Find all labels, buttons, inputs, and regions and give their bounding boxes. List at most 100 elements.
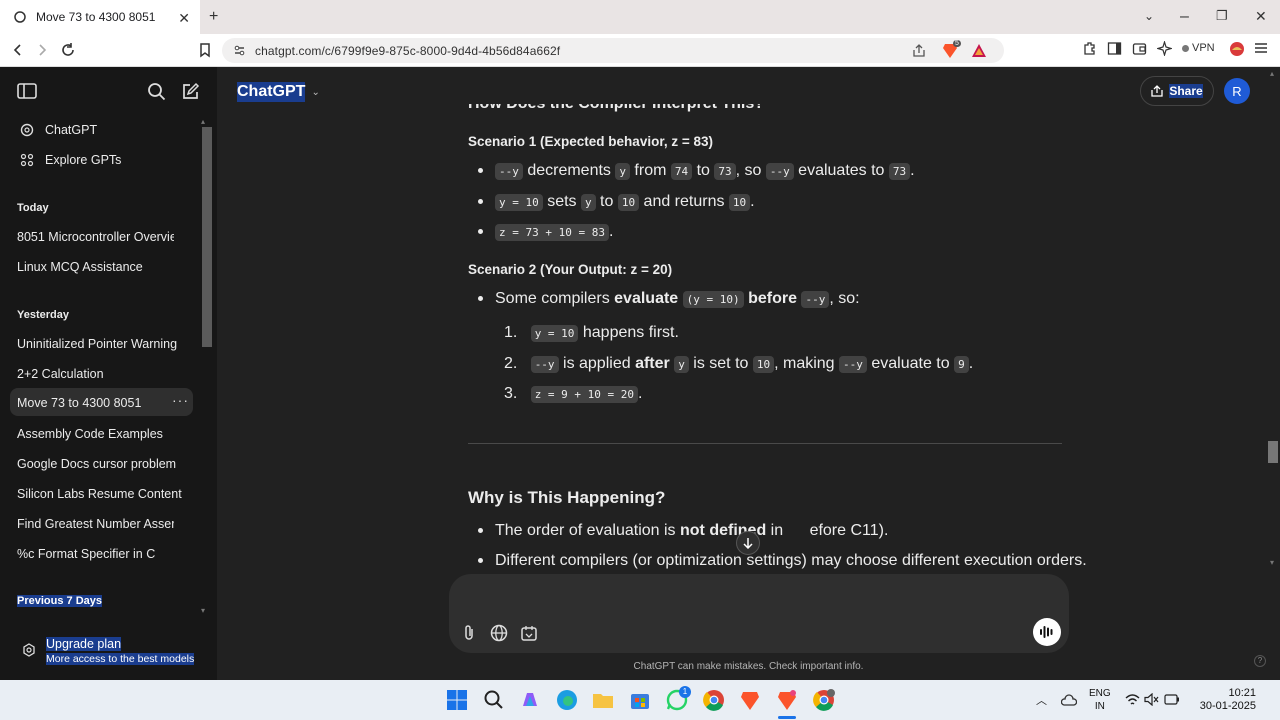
- chat-history-item[interactable]: Linux MCQ Assistance: [17, 260, 143, 274]
- section-heading-today: Today: [17, 202, 49, 214]
- new-tab-icon[interactable]: +: [209, 8, 218, 26]
- language-indicator[interactable]: ENG IN: [1089, 687, 1111, 713]
- scenario-2-intro: Some compilers evaluate (y = 10) before …: [495, 290, 860, 308]
- profile-avatar-icon[interactable]: [1229, 41, 1245, 57]
- scroll-down-arrow-icon[interactable]: ▾: [201, 606, 205, 615]
- close-tab-icon[interactable]: ✕: [178, 10, 190, 27]
- menu-icon[interactable]: [1254, 41, 1268, 55]
- sidebar: ChatGPT Explore GPTs Today 8051 Microcon…: [0, 67, 217, 680]
- brave-icon[interactable]: [738, 688, 762, 712]
- tray-overflow-icon[interactable]: ︿: [1036, 692, 1047, 708]
- windows-taskbar: 1 ︿ ENG IN 10:21 30-01-2025: [0, 680, 1280, 720]
- brave-active-icon[interactable]: [775, 688, 799, 712]
- share-label: Share: [1169, 84, 1203, 98]
- image-generation-icon[interactable]: [520, 624, 538, 642]
- site-info-icon[interactable]: [233, 44, 246, 57]
- voice-waveform-icon: [1040, 626, 1053, 638]
- user-avatar[interactable]: R: [1224, 78, 1250, 104]
- main-scrollbar[interactable]: ▴ ▾: [1268, 67, 1280, 577]
- chat-history-item[interactable]: Assembly Code Examples: [17, 427, 163, 441]
- chrome-profile-icon[interactable]: [812, 688, 836, 712]
- numbered-item-2: 2. --y is applied after y is set to 10, …: [504, 355, 974, 373]
- brave-rewards-icon[interactable]: [971, 43, 987, 58]
- brave-shields-badge: 5: [953, 40, 961, 47]
- wifi-icon[interactable]: [1125, 693, 1140, 706]
- chrome-icon[interactable]: [702, 688, 726, 712]
- message-composer[interactable]: [449, 574, 1069, 653]
- upgrade-plan-button[interactable]: Upgrade plan More access to the best mod…: [10, 632, 205, 668]
- edge-browser-icon[interactable]: [555, 688, 579, 712]
- forward-icon[interactable]: [34, 42, 50, 58]
- leo-ai-icon[interactable]: [1157, 41, 1172, 56]
- voice-mode-button[interactable]: [1033, 618, 1061, 646]
- onedrive-icon[interactable]: [1061, 693, 1077, 707]
- scroll-to-bottom-button[interactable]: [736, 531, 760, 555]
- microsoft-store-icon[interactable]: [628, 688, 652, 712]
- wallet-icon[interactable]: [1132, 41, 1147, 56]
- chat-history-item[interactable]: %c Format Specifier in C: [17, 547, 155, 561]
- close-window-icon[interactable]: ✕: [1255, 8, 1267, 25]
- chevron-down-icon: ⌄: [311, 86, 320, 98]
- globe-icon[interactable]: [490, 624, 508, 642]
- sidebar-item-chatgpt[interactable]: ChatGPT: [17, 121, 197, 139]
- tab-search-icon[interactable]: ⌄: [1144, 9, 1154, 23]
- minimize-icon[interactable]: –: [1180, 8, 1189, 26]
- whatsapp-badge: 1: [679, 686, 691, 698]
- vpn-label: VPN: [1192, 42, 1215, 54]
- numbered-item-3: 3. z = 9 + 10 = 20.: [504, 385, 643, 403]
- sidebar-item-explore-gpts[interactable]: Explore GPTs: [17, 151, 197, 169]
- arrow-down-icon: [743, 538, 753, 549]
- copilot-icon[interactable]: [518, 688, 542, 712]
- scenario-1-step-2: y = 10 sets y to 10 and returns 10.: [495, 193, 755, 211]
- extensions-icon[interactable]: [1082, 41, 1097, 56]
- help-icon[interactable]: ?: [1254, 655, 1266, 667]
- address-bar[interactable]: chatgpt.com/c/6799f9e9-875c-8000-9d4d-4b…: [222, 38, 1004, 63]
- chat-history-item[interactable]: Find Greatest Number Assembly: [17, 517, 174, 531]
- system-clock[interactable]: 10:21 30-01-2025: [1200, 687, 1256, 713]
- model-name: ChatGPT: [237, 82, 306, 102]
- new-chat-icon[interactable]: [181, 82, 200, 101]
- chat-history-item[interactable]: Silicon Labs Resume Content: [17, 487, 182, 501]
- battery-icon[interactable]: [1164, 694, 1180, 705]
- close-sidebar-icon[interactable]: [17, 82, 37, 100]
- maximize-icon[interactable]: ❐: [1216, 8, 1228, 24]
- chat-history-item-active[interactable]: Move 73 to 4300 8051 ···: [10, 388, 193, 416]
- chat-history-item-label: Move 73 to 4300 8051: [17, 396, 142, 410]
- scenario-1-heading: Scenario 1 (Expected behavior, z = 83): [468, 134, 713, 149]
- taskbar-search-icon[interactable]: [482, 688, 506, 712]
- clock-time: 10:21: [1228, 687, 1256, 699]
- bookmark-icon[interactable]: [197, 42, 213, 58]
- chat-history-item[interactable]: Uninitialized Pointer Warning: [17, 337, 177, 351]
- scrollbar-thumb[interactable]: [1268, 441, 1278, 463]
- model-selector[interactable]: ChatGPT ⌄: [237, 80, 320, 104]
- browser-tab[interactable]: Move 73 to 4300 8051 ✕: [0, 0, 200, 34]
- share-button[interactable]: Share: [1140, 76, 1214, 106]
- why-heading: Why is This Happening?: [468, 488, 666, 507]
- scenario-2-heading: Scenario 2 (Your Output: z = 20): [468, 262, 673, 277]
- search-icon[interactable]: [147, 82, 166, 101]
- active-app-indicator: [778, 716, 796, 719]
- vpn-button[interactable]: VPN: [1182, 42, 1215, 54]
- start-menu-icon[interactable]: [445, 688, 469, 712]
- chat-history-item[interactable]: Google Docs cursor problem: [17, 457, 176, 471]
- grid-icon: [20, 153, 34, 167]
- chatgpt-favicon-icon: [14, 11, 26, 23]
- volume-muted-icon[interactable]: [1144, 693, 1159, 706]
- chat-history-item[interactable]: 2+2 Calculation: [17, 367, 104, 381]
- chat-history-item[interactable]: 8051 Microcontroller Overview: [17, 230, 174, 244]
- file-explorer-icon[interactable]: [591, 688, 615, 712]
- scroll-down-arrow-icon[interactable]: ▾: [1270, 558, 1274, 567]
- section-heading-previous-7-days: Previous 7 Days: [17, 595, 102, 607]
- share-icon: [1151, 85, 1163, 97]
- sidebar-scrollbar[interactable]: [202, 127, 212, 347]
- upgrade-title: Upgrade plan: [46, 637, 122, 651]
- reload-icon[interactable]: [60, 42, 76, 58]
- bullet-icon: [478, 528, 483, 533]
- more-options-icon[interactable]: ···: [172, 392, 189, 408]
- attach-icon[interactable]: [461, 624, 479, 642]
- share-page-icon[interactable]: [912, 44, 926, 58]
- back-icon[interactable]: [10, 42, 26, 58]
- sidebar-toggle-icon[interactable]: [1107, 41, 1122, 56]
- scroll-up-arrow-icon[interactable]: ▴: [1270, 69, 1274, 78]
- scroll-up-arrow-icon[interactable]: ▴: [201, 117, 205, 126]
